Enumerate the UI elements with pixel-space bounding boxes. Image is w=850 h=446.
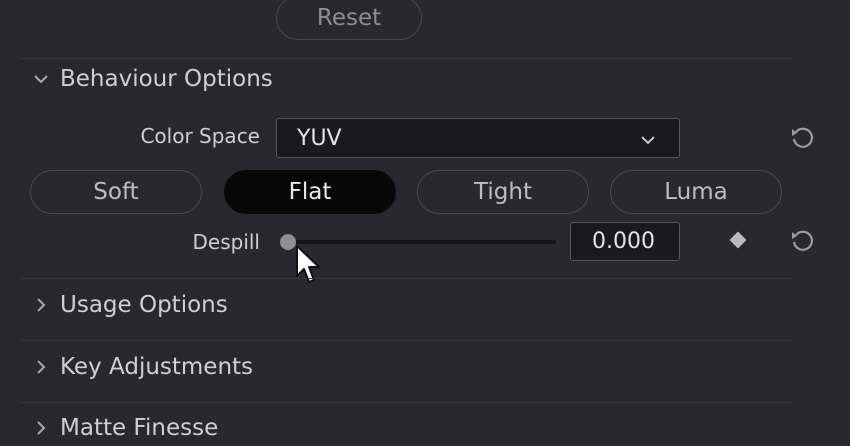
mode-button-tight[interactable]: Tight xyxy=(417,170,589,214)
inspector-panel: Reset Behaviour Options Color Space YUV … xyxy=(0,0,850,446)
mode-button-flat[interactable]: Flat xyxy=(224,170,396,214)
section-title: Behaviour Options xyxy=(60,66,273,92)
despill-value: 0.000 xyxy=(592,229,655,254)
section-header-usage-options[interactable]: Usage Options xyxy=(30,292,228,318)
chevron-right-icon xyxy=(30,294,52,316)
despill-label: Despill xyxy=(192,230,261,254)
divider xyxy=(20,402,792,403)
section-header-behaviour-options[interactable]: Behaviour Options xyxy=(30,66,273,92)
keyframe-diamond-icon[interactable] xyxy=(729,231,747,249)
chevron-down-icon xyxy=(30,68,52,90)
section-header-matte-finesse[interactable]: Matte Finesse xyxy=(30,415,218,441)
color-space-value: YUV xyxy=(297,125,342,151)
chevron-right-icon xyxy=(30,356,52,378)
despill-slider-track[interactable] xyxy=(288,240,556,244)
divider xyxy=(20,278,792,279)
mode-button-luma[interactable]: Luma xyxy=(610,170,782,214)
reset-arrow-icon[interactable] xyxy=(788,226,818,256)
section-title: Key Adjustments xyxy=(60,354,254,380)
divider xyxy=(20,58,792,59)
chevron-down-icon xyxy=(639,130,657,155)
section-header-key-adjustments[interactable]: Key Adjustments xyxy=(30,354,253,380)
mode-button-soft[interactable]: Soft xyxy=(30,170,202,214)
mouse-pointer-icon xyxy=(294,244,322,286)
color-space-select[interactable]: YUV xyxy=(276,118,680,158)
section-title: Usage Options xyxy=(60,292,228,318)
chevron-right-icon xyxy=(30,417,52,439)
section-title: Matte Finesse xyxy=(60,415,219,441)
reset-arrow-icon[interactable] xyxy=(788,123,818,153)
despill-value-field[interactable]: 0.000 xyxy=(570,222,680,261)
reset-button[interactable]: Reset xyxy=(276,0,422,40)
color-space-label: Color Space xyxy=(140,124,260,148)
divider xyxy=(20,340,792,341)
